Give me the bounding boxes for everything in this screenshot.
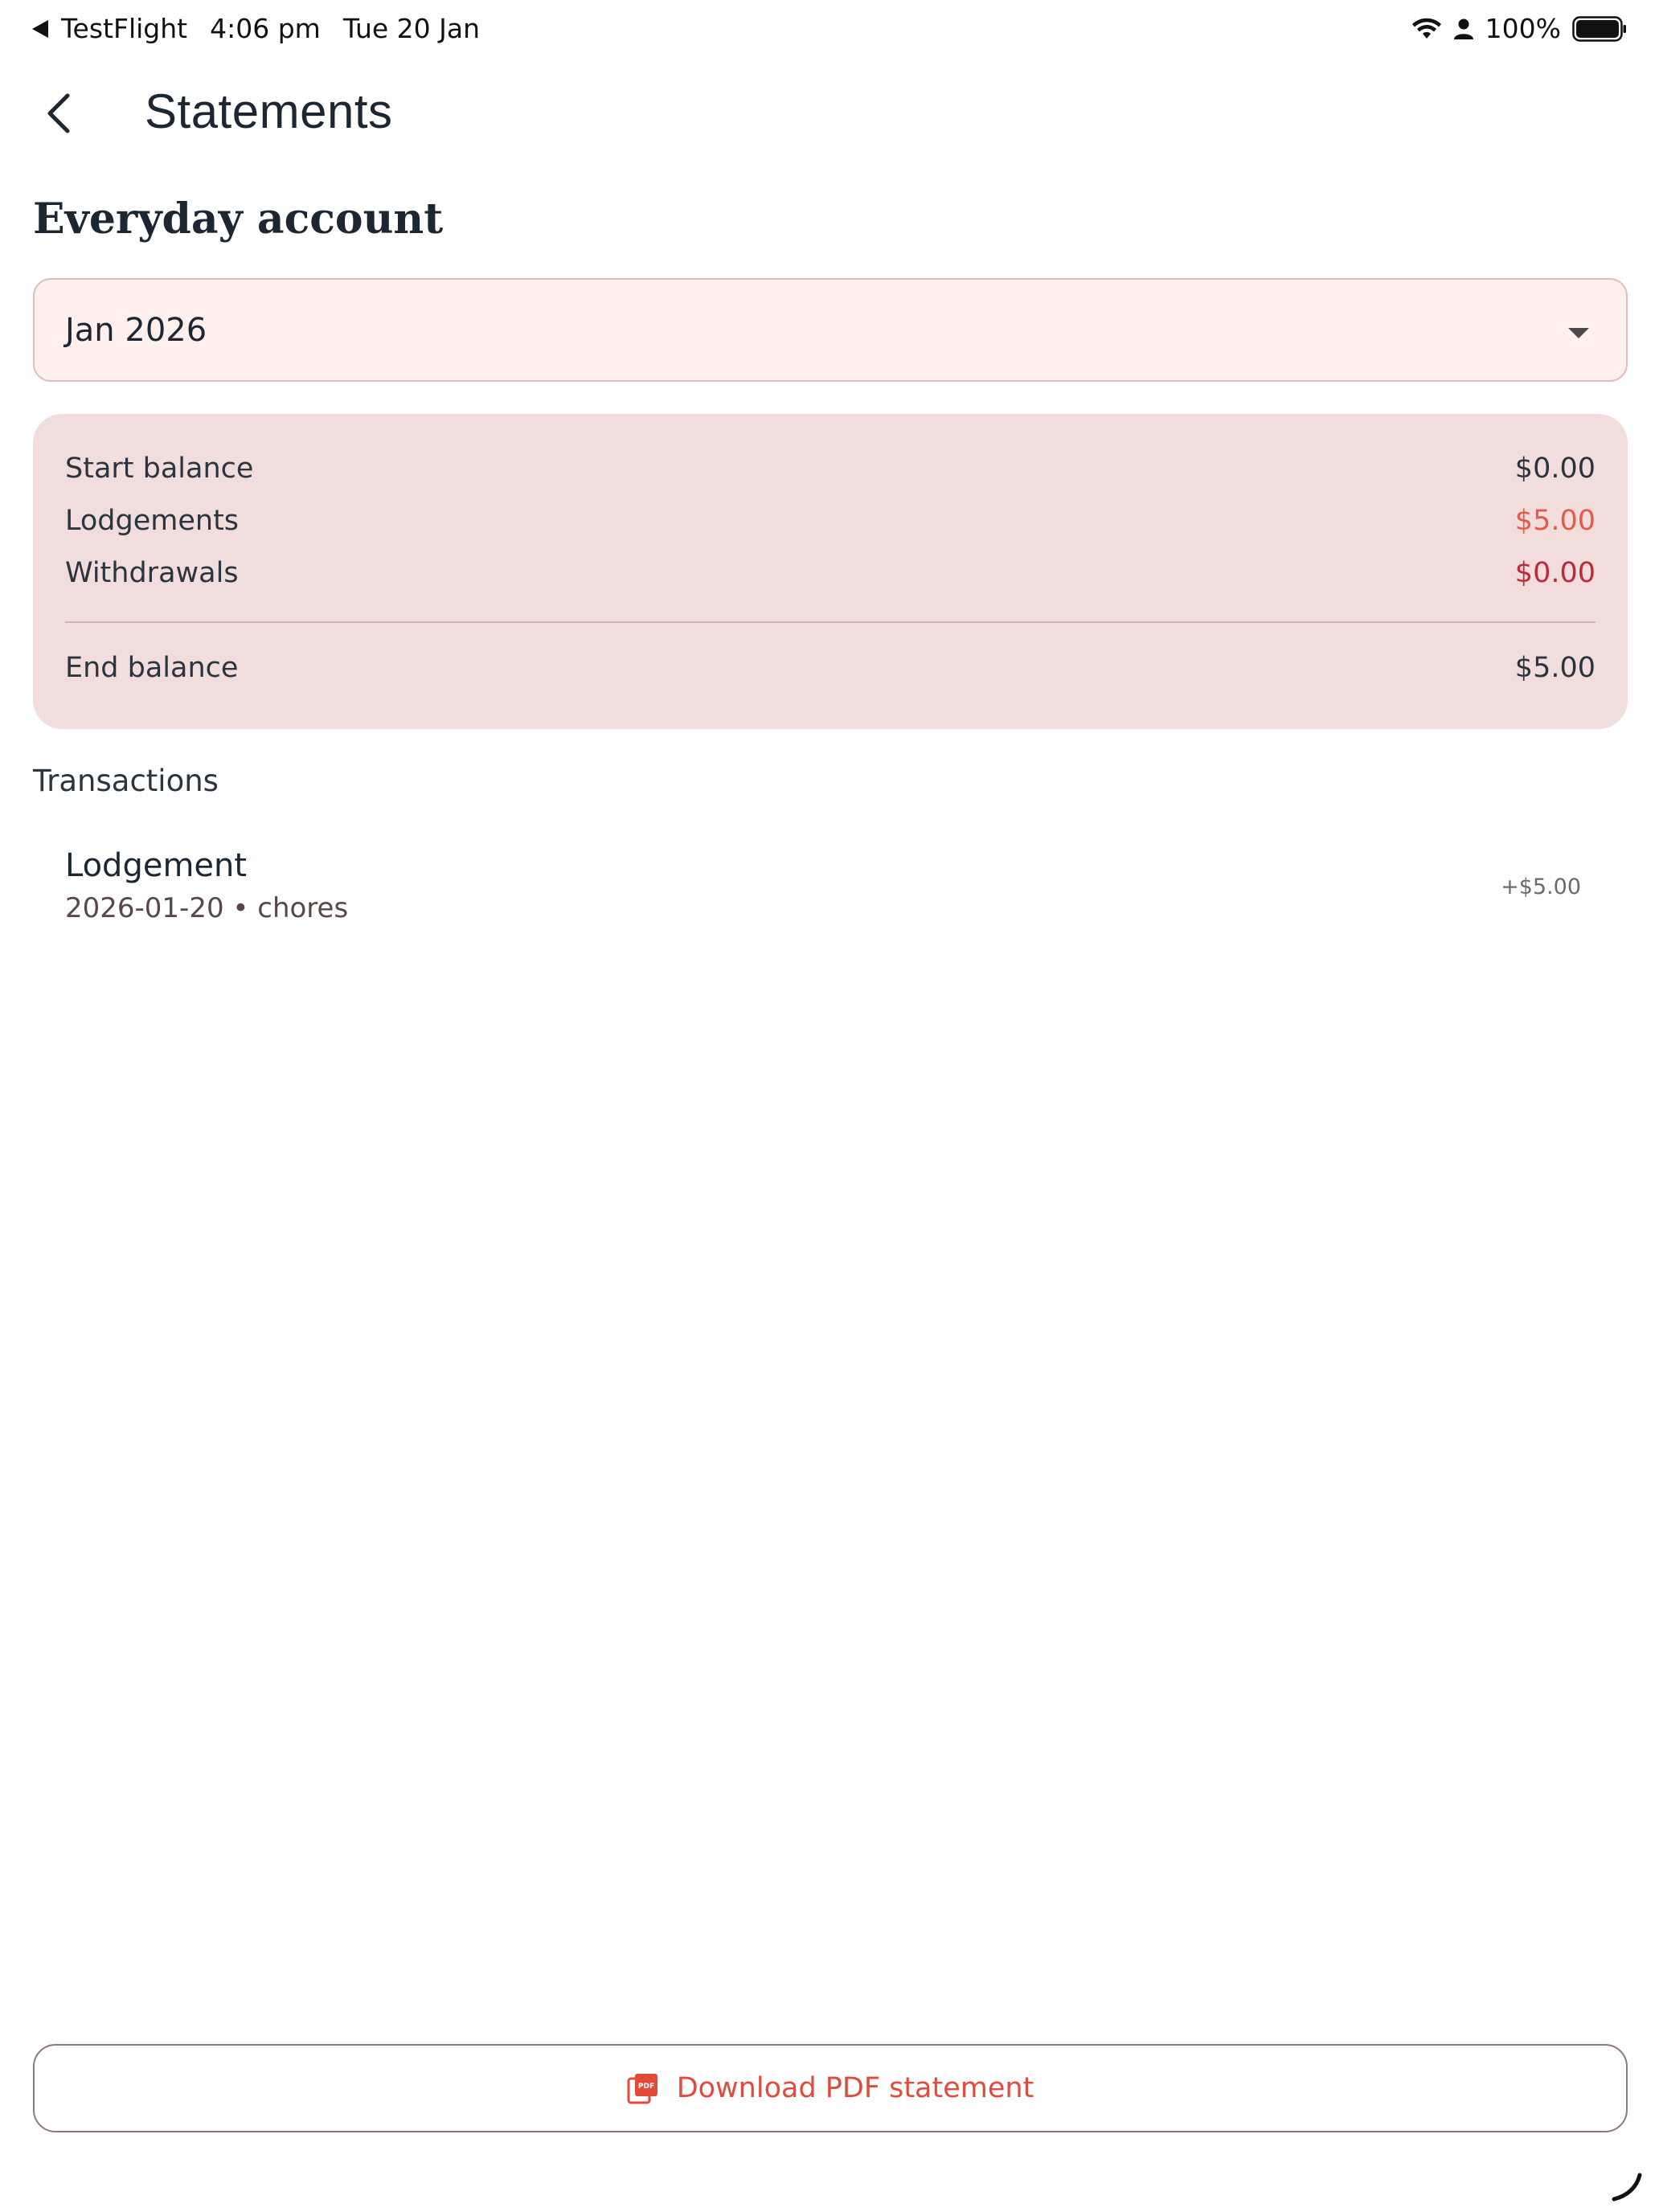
battery-percent: 100% — [1485, 13, 1561, 44]
end-balance-label: End balance — [65, 652, 239, 684]
month-select[interactable]: Jan 2026 — [33, 278, 1628, 382]
withdrawals-label: Withdrawals — [65, 557, 239, 589]
status-date: Tue 20 Jan — [342, 13, 481, 44]
transaction-title: Lodgement — [65, 847, 248, 884]
back-app-label[interactable]: TestFlight — [61, 13, 187, 44]
lodgements-value: $5.00 — [1514, 505, 1596, 537]
download-pdf-button[interactable]: PDF Download PDF statement — [33, 2044, 1628, 2132]
end-balance-row: End balance $5.00 — [65, 652, 1596, 692]
start-balance-label: Start balance — [65, 453, 254, 485]
back-button[interactable] — [39, 87, 79, 140]
withdrawals-row: Withdrawals $0.00 — [65, 557, 1596, 597]
pdf-icon: PDF — [627, 2074, 657, 2104]
dropdown-caret-icon — [1568, 328, 1589, 338]
battery-icon — [1572, 15, 1626, 42]
status-right: 100% — [1411, 13, 1627, 44]
summary-divider — [65, 621, 1596, 623]
status-time: 4:06 pm — [210, 13, 321, 44]
withdrawals-value: $0.00 — [1514, 557, 1596, 589]
person-icon — [1453, 18, 1473, 39]
lodgements-label: Lodgements — [65, 505, 240, 537]
corner-resize-icon — [1612, 2173, 1642, 2202]
month-select-value: Jan 2026 — [65, 312, 207, 349]
wifi-icon — [1411, 18, 1441, 39]
start-balance-row: Start balance $0.00 — [65, 453, 1596, 493]
status-left: TestFlight 4:06 pm Tue 20 Jan — [32, 13, 480, 44]
lodgements-row: Lodgements $5.00 — [65, 505, 1596, 545]
balance-summary-card: Start balance $0.00 Lodgements $5.00 Wit… — [33, 414, 1628, 729]
download-pdf-label: Download PDF statement — [676, 2072, 1034, 2104]
svg-text:PDF: PDF — [638, 2083, 654, 2091]
status-bar: TestFlight 4:06 pm Tue 20 Jan 100% — [0, 0, 1659, 59]
transaction-meta: 2026-01-20 • chores — [65, 892, 349, 924]
back-to-app-icon[interactable] — [32, 19, 48, 38]
end-balance-value: $5.00 — [1514, 652, 1596, 684]
transactions-heading: Transactions — [33, 764, 219, 798]
transaction-row[interactable]: Lodgement 2026-01-20 • chores +$5.00 — [33, 836, 1628, 940]
page-title: Statements — [145, 84, 393, 138]
chevron-left-icon — [47, 93, 70, 133]
account-name: Everyday account — [33, 195, 444, 244]
start-balance-value: $0.00 — [1514, 453, 1596, 485]
transaction-amount: +$5.00 — [1501, 875, 1581, 899]
